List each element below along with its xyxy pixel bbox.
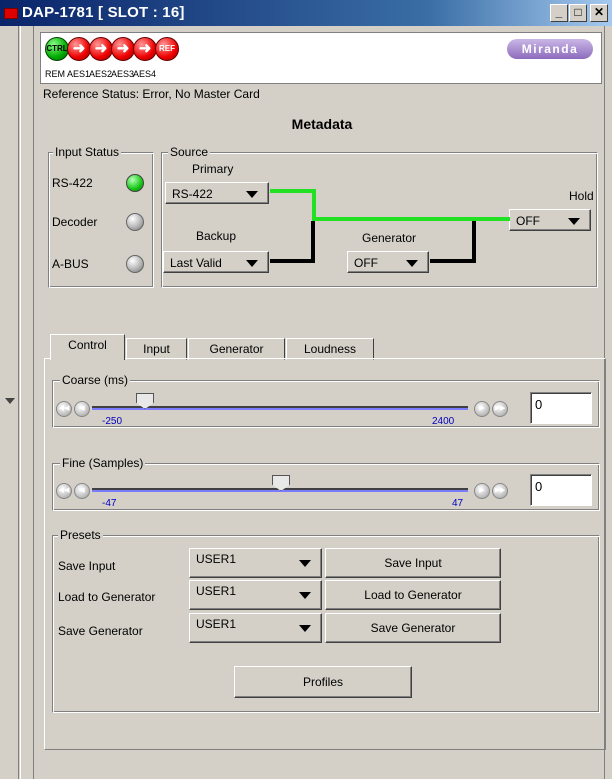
source-legend: Source <box>168 145 211 159</box>
coarse-max-label: 2400 <box>432 416 455 427</box>
aes1-status-icon[interactable]: ➜ <box>67 37 91 61</box>
backup-label: Backup <box>196 229 237 243</box>
ref-status-icon[interactable]: REF <box>155 37 179 61</box>
input-status-legend: Input Status <box>53 145 122 159</box>
hold-select[interactable]: OFF <box>509 209 591 231</box>
aes3-label: AES3 <box>111 69 135 79</box>
tab-loudness[interactable]: Loudness <box>286 338 374 360</box>
fine-max-label: 47 <box>452 498 464 509</box>
chevron-down-icon <box>568 218 580 225</box>
primary-source-value: RS-422 <box>172 187 213 201</box>
fine-group <box>52 463 600 511</box>
profiles-button[interactable]: Profiles <box>234 666 412 698</box>
maximize-button[interactable]: □ <box>569 4 587 22</box>
generator-path-line <box>430 259 476 263</box>
reference-status: Reference Status: Error, No Master Card <box>43 87 260 101</box>
aes1-label: AES1 <box>67 69 91 79</box>
rs422-led-icon <box>126 174 144 192</box>
preset-select-value: USER1 <box>196 552 237 566</box>
chevron-down-icon <box>406 260 418 267</box>
abus-led-icon <box>126 255 144 273</box>
chevron-down-icon <box>246 260 258 267</box>
preset-row-label: Save Generator <box>58 624 143 638</box>
fine-step-back-icon[interactable]: ◀ <box>74 483 90 499</box>
miranda-logo: Miranda <box>507 39 593 59</box>
decoder-led-icon <box>126 213 144 231</box>
chevron-down-icon <box>299 625 311 632</box>
minimize-button[interactable]: _ <box>550 4 568 22</box>
coarse-fast-forward-icon[interactable]: ▶▶ <box>492 401 508 417</box>
active-path-line <box>312 217 510 221</box>
tab-control[interactable]: Control <box>50 334 125 360</box>
generator-source-select[interactable]: OFF <box>347 251 429 273</box>
generator-label: Generator <box>362 231 417 245</box>
coarse-step-forward-icon[interactable]: ▶ <box>474 401 490 417</box>
coarse-min-label: -250 <box>102 416 123 427</box>
coarse-fast-back-icon[interactable]: ◀◀ <box>56 401 72 417</box>
tab-input[interactable]: Input <box>126 338 187 360</box>
fine-fast-back-icon[interactable]: ◀◀ <box>56 483 72 499</box>
fine-fast-forward-icon[interactable]: ▶▶ <box>492 483 508 499</box>
window-title: DAP-1781 [ SLOT : 16] <box>22 4 185 21</box>
hold-label: Hold <box>569 189 594 203</box>
save-input-preset-select[interactable]: USER1 <box>189 548 322 578</box>
fine-legend: Fine (Samples) <box>60 456 146 470</box>
fine-value-input[interactable]: 0 <box>530 474 592 506</box>
preset-row-label: Save Input <box>58 559 116 573</box>
side-splitter[interactable] <box>20 26 34 779</box>
preset-row-label: Load to Generator <box>58 590 156 604</box>
primary-path-line <box>270 189 316 193</box>
load-generator-preset-select[interactable]: USER1 <box>189 580 322 610</box>
tab-generator[interactable]: Generator <box>188 338 285 360</box>
fine-step-forward-icon[interactable]: ▶ <box>474 483 490 499</box>
aes4-status-icon[interactable]: ➜ <box>133 37 157 61</box>
close-button[interactable]: ✕ <box>590 4 608 22</box>
fine-min-label: -47 <box>102 498 117 509</box>
ctrl-status-icon[interactable]: CTRL <box>45 37 69 61</box>
coarse-slider-track[interactable] <box>92 406 468 410</box>
aes4-label: AES4 <box>133 69 157 79</box>
hold-value: OFF <box>516 214 540 228</box>
coarse-group <box>52 380 600 428</box>
abus-status-label: A-BUS <box>52 257 89 271</box>
presets-legend: Presets <box>58 528 103 542</box>
collapse-arrow-icon[interactable] <box>5 398 15 404</box>
save-input-button[interactable]: Save Input <box>325 548 501 578</box>
primary-source-select[interactable]: RS-422 <box>165 182 269 204</box>
chevron-down-icon <box>246 191 258 198</box>
primary-label: Primary <box>192 162 234 176</box>
generator-source-value: OFF <box>354 256 378 270</box>
chevron-down-icon <box>299 560 311 567</box>
aes2-status-icon[interactable]: ➜ <box>89 37 113 61</box>
backup-path-line <box>311 221 315 263</box>
preset-select-value: USER1 <box>196 617 237 631</box>
status-icon-bar: CTRL ➜ ➜ ➜ ➜ REF REM AES1 AES2 AES3 AES4… <box>40 32 602 84</box>
load-to-generator-button[interactable]: Load to Generator <box>325 580 501 610</box>
coarse-step-back-icon[interactable]: ◀ <box>74 401 90 417</box>
chevron-down-icon <box>299 592 311 599</box>
aes2-label: AES2 <box>89 69 113 79</box>
backup-source-select[interactable]: Last Valid <box>163 251 269 273</box>
coarse-value-input[interactable]: 0 <box>530 392 592 424</box>
generator-path-line <box>472 221 476 263</box>
app-icon <box>4 8 18 19</box>
rs422-status-label: RS-422 <box>52 176 93 190</box>
backup-source-value: Last Valid <box>170 256 222 270</box>
backup-path-line <box>270 259 315 263</box>
preset-select-value: USER1 <box>196 584 237 598</box>
save-generator-button[interactable]: Save Generator <box>325 613 501 643</box>
page-title: Metadata <box>291 116 353 132</box>
rem-label: REM <box>45 69 65 79</box>
decoder-status-label: Decoder <box>52 215 98 229</box>
save-generator-preset-select[interactable]: USER1 <box>189 613 322 643</box>
coarse-legend: Coarse (ms) <box>60 373 131 387</box>
aes3-status-icon[interactable]: ➜ <box>111 37 135 61</box>
